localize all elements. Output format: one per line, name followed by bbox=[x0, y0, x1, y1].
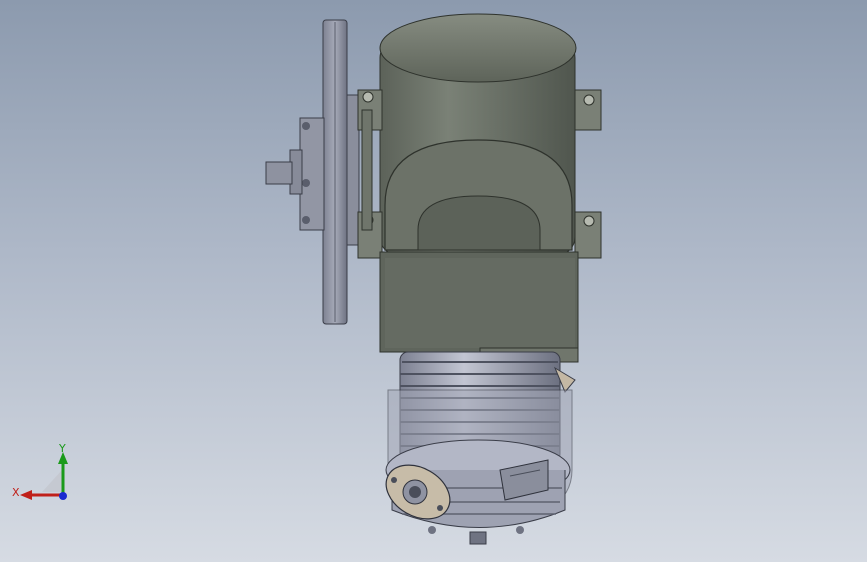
crankcase bbox=[379, 251, 579, 363]
fuel-tank bbox=[379, 13, 577, 256]
x-axis-arrow-icon bbox=[20, 490, 32, 500]
y-axis-label: Y bbox=[58, 442, 66, 455]
flywheel bbox=[322, 19, 360, 325]
graphics-viewport[interactable]: Y X bbox=[0, 0, 867, 562]
flywheel-hub bbox=[265, 117, 325, 231]
triad-plane bbox=[42, 470, 62, 492]
x-axis-label: X bbox=[12, 486, 20, 499]
z-axis-dot-icon bbox=[59, 492, 67, 500]
engine-3d-model[interactable] bbox=[0, 0, 867, 562]
coordinate-triad: Y X bbox=[12, 442, 68, 500]
